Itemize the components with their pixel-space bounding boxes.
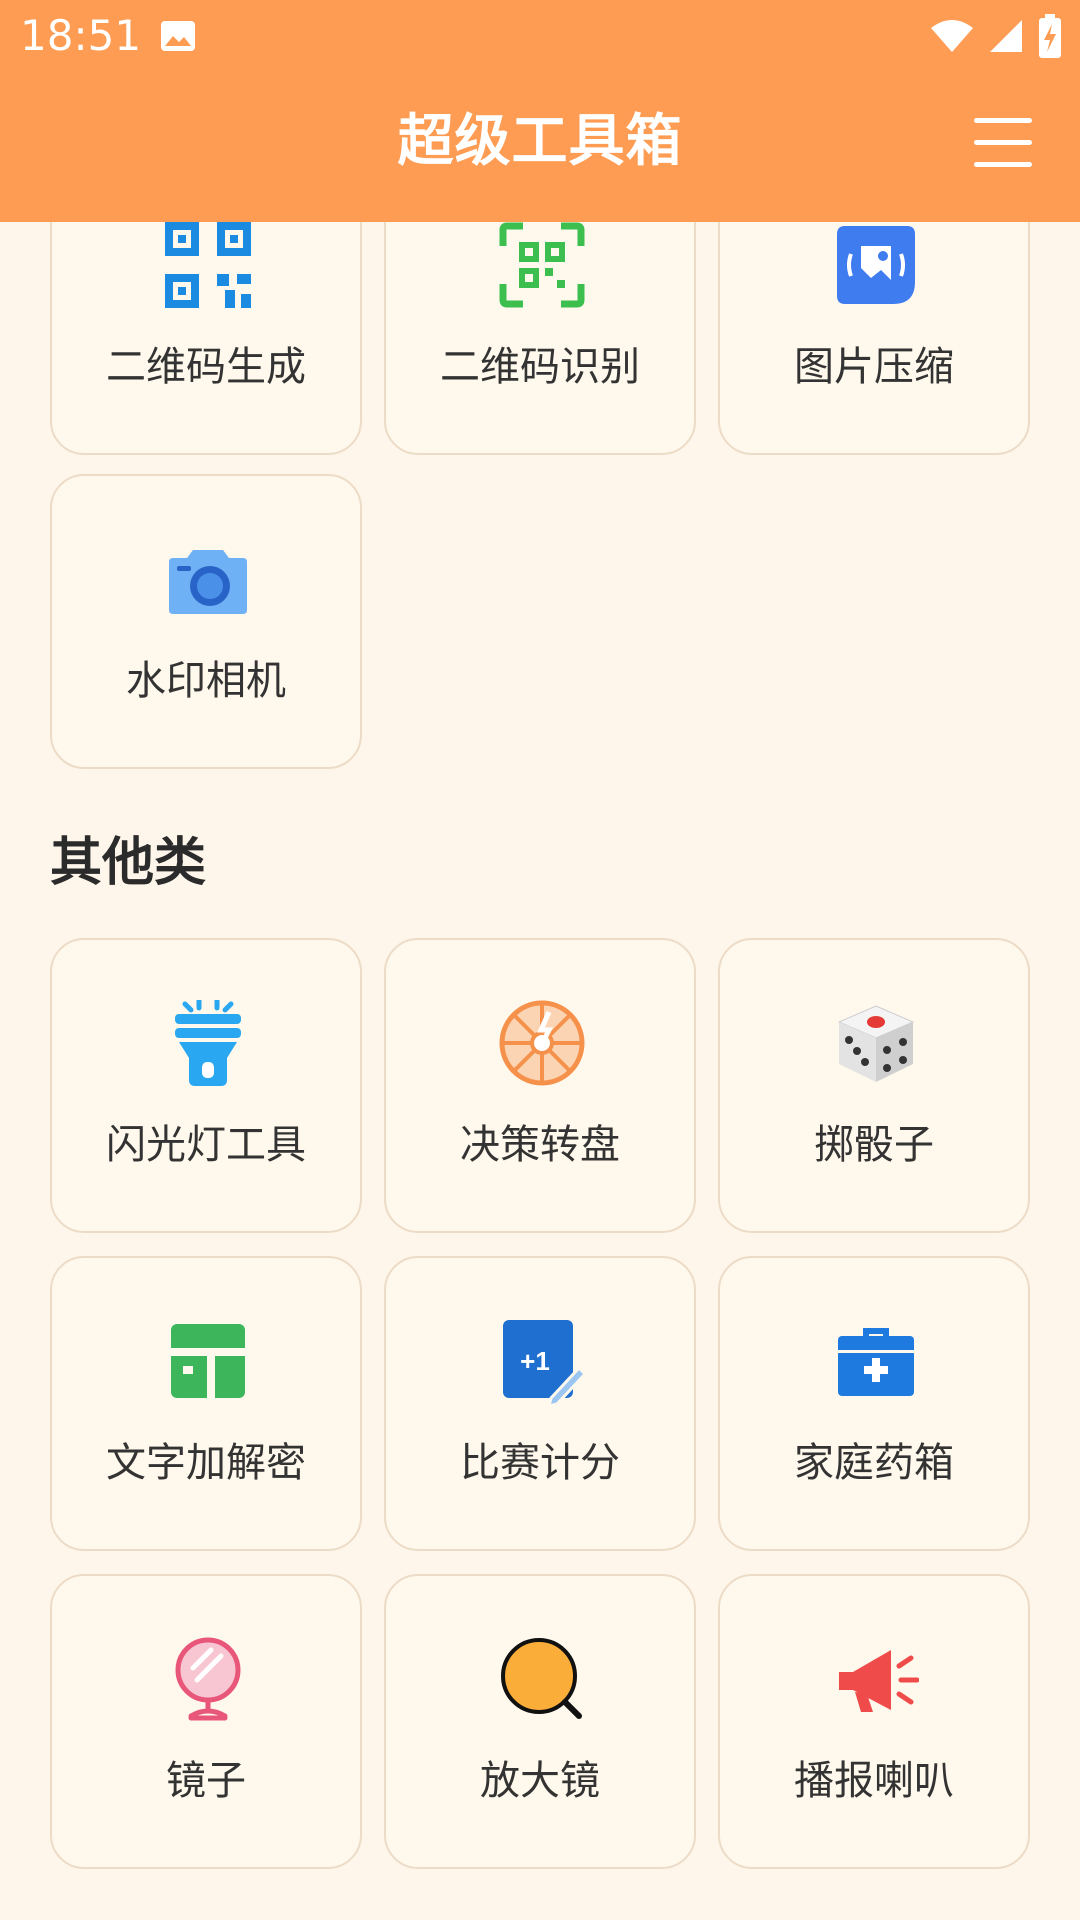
tool-card-watermark-camera[interactable]: 水印相机 [50,474,362,769]
tool-label: 家庭药箱 [794,1440,954,1486]
menu-button[interactable] [974,118,1032,168]
page-title: 超级工具箱 [397,109,683,174]
image-notification-icon [160,18,196,54]
tool-label: 图片压缩 [794,344,954,390]
camera-icon [165,536,251,622]
svg-text:+1: +1 [520,1346,550,1376]
megaphone-icon [833,1636,919,1722]
tool-label: 放大镜 [480,1758,600,1804]
status-bar: 18:51 [0,0,1080,72]
tool-label: 闪光灯工具 [106,1122,306,1168]
tool-label: 掷骰子 [814,1122,934,1168]
tool-label: 二维码识别 [440,344,640,390]
signal-icon [988,18,1024,54]
medicine-box-icon [833,1318,919,1404]
menu-icon [974,118,1032,123]
tool-card-flashlight[interactable]: 闪光灯工具 [50,938,362,1233]
qr-code-icon [165,222,251,308]
tool-card-score-counter[interactable]: +1 比赛计分 [384,1256,696,1551]
tool-label: 镜子 [166,1758,246,1804]
section-title: 其他类 [50,833,207,893]
tool-card-text-encrypt[interactable]: 文字加解密 [50,1256,362,1551]
tool-label: 文字加解密 [106,1440,306,1486]
tool-list[interactable]: 二维码生成 二维码识别 图片压缩 水印相机 其他类 闪光灯工具 决策转盘 掷骰子… [0,0,1080,1920]
flashlight-icon [165,1000,251,1086]
tool-label: 决策转盘 [460,1122,620,1168]
encrypt-icon [165,1318,251,1404]
mirror-icon [165,1636,251,1722]
battery-charging-icon [1038,14,1062,58]
wifi-icon [930,18,974,54]
tool-card-megaphone[interactable]: 播报喇叭 [718,1574,1030,1869]
tool-card-mirror[interactable]: 镜子 [50,1574,362,1869]
tool-card-dice[interactable]: 掷骰子 [718,938,1030,1233]
menu-icon-line [974,162,1032,167]
menu-icon-line [974,140,1032,145]
image-compress-icon [833,222,919,308]
qr-scan-icon [499,222,585,308]
tool-label: 播报喇叭 [794,1758,954,1804]
score-icon: +1 [499,1318,585,1404]
wheel-icon [499,1000,585,1086]
status-time: 18:51 [20,11,142,60]
tool-card-magnifier[interactable]: 放大镜 [384,1574,696,1869]
tool-label: 比赛计分 [460,1440,620,1486]
tool-card-decision-wheel[interactable]: 决策转盘 [384,938,696,1233]
tool-card-medicine-box[interactable]: 家庭药箱 [718,1256,1030,1551]
status-icons [930,12,1062,60]
dice-icon [833,1000,919,1086]
tool-label: 水印相机 [126,658,286,704]
app-bar: 超级工具箱 [0,72,1080,222]
tool-label: 二维码生成 [106,344,306,390]
magnifier-icon [499,1636,585,1722]
